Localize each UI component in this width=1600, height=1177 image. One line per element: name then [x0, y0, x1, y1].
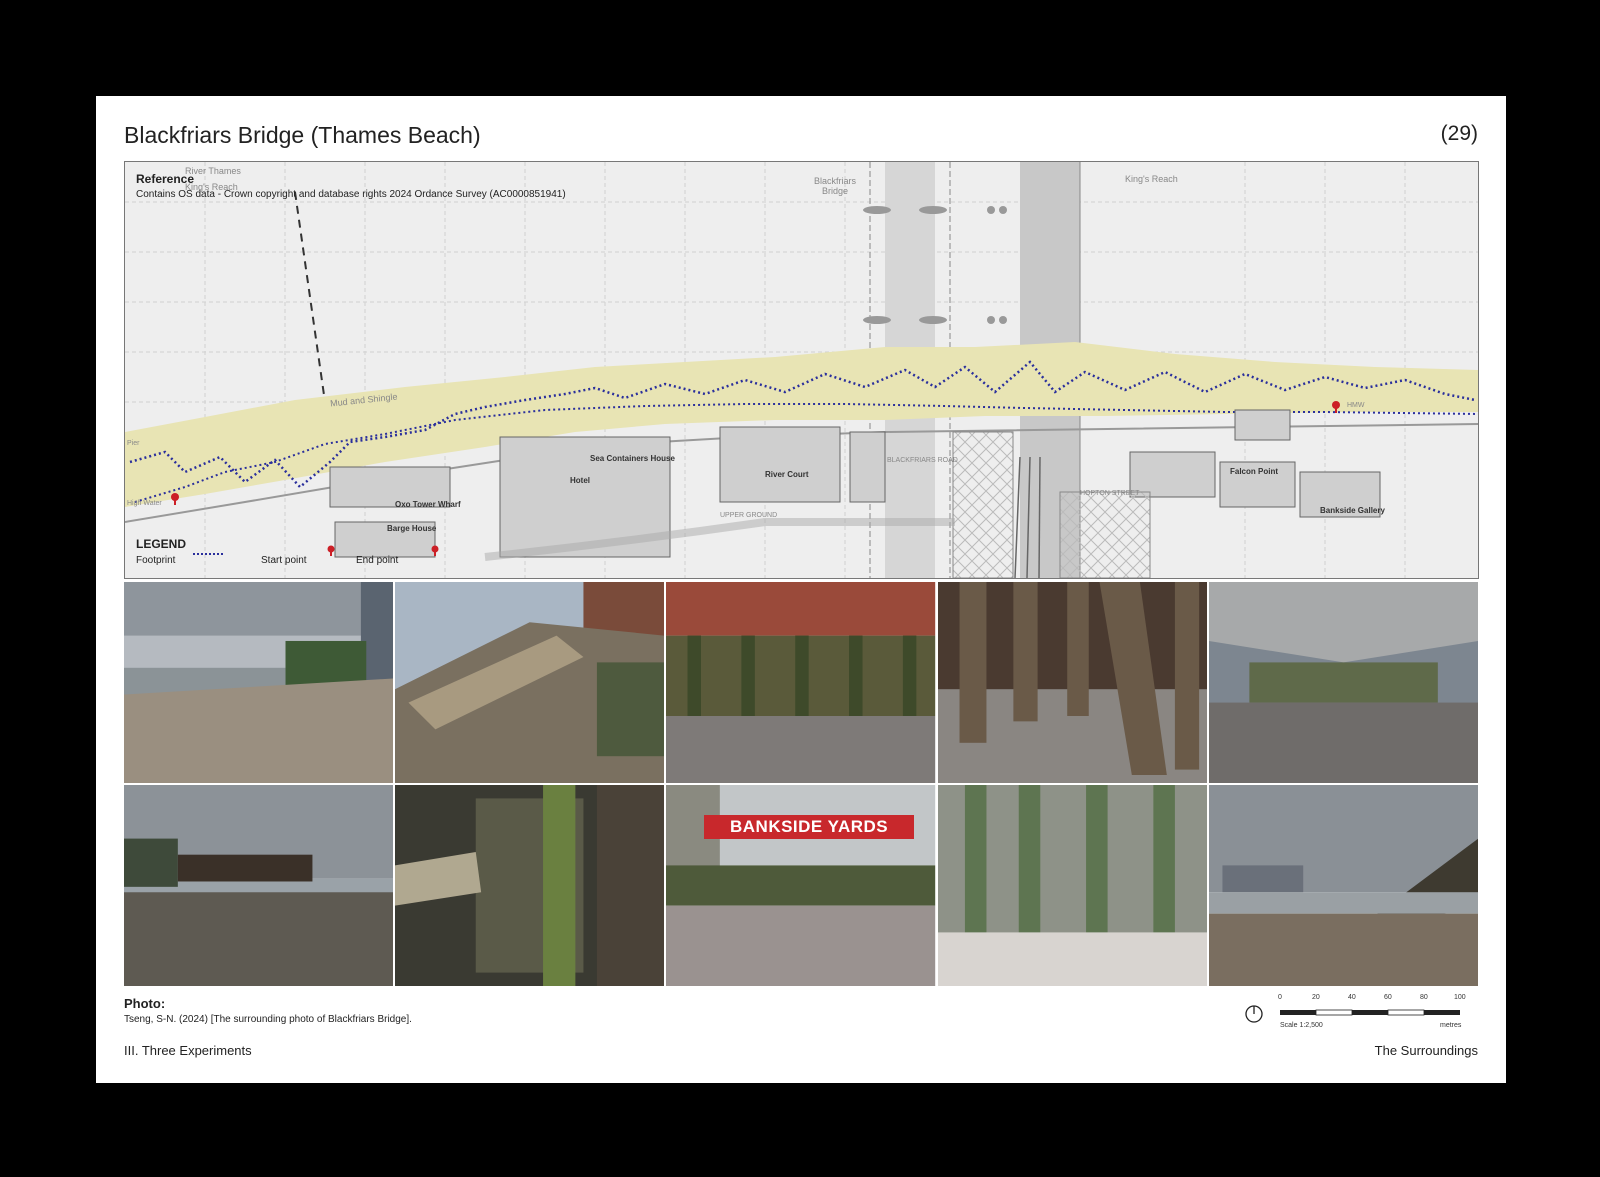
legend-footprint-label: Footprint: [136, 555, 176, 566]
photo-grid: BANKSIDE YARDS: [124, 582, 1478, 986]
scale-tick-20: 20: [1312, 994, 1320, 1001]
map-label-blackfriars-bridge: Blackfriars Bridge: [813, 176, 856, 196]
photo-concrete-pilings-closeup: [395, 785, 665, 986]
photo-timber-debris: [395, 582, 665, 783]
photo-under-bridge: [1208, 582, 1478, 783]
photo-jetty-cloudy: [124, 785, 394, 986]
map-label-blackfriars-road: BLACKFRIARS ROAD: [887, 457, 958, 464]
map-drawing: [125, 162, 1478, 578]
footer-section: The Surroundings: [1374, 1043, 1478, 1058]
map-label-pier: Pier: [127, 440, 140, 447]
map-label-bankside-gallery: Bankside Gallery: [1320, 506, 1385, 515]
legend-start-label: Start point: [261, 555, 307, 566]
map-label-oxo-tower-wharf: Oxo Tower Wharf: [395, 500, 461, 509]
photo-mossy-columns: [937, 785, 1207, 986]
map-label-hmw: HMW: [1347, 402, 1365, 409]
map-legend: Footprint Start point End point: [136, 555, 556, 569]
map-label-river-thames: River Thames: [185, 166, 241, 176]
scale-tick-60: 60: [1384, 994, 1392, 1001]
map-label-upper-ground: UPPER GROUND: [720, 512, 778, 519]
scale-bar: 0 20 40 60 80 100 Scale 1:2,500 metres: [1244, 994, 1474, 1034]
map-label-hopton-street: HOPTON STREET: [1080, 490, 1140, 497]
map-label-kings-reach-left: King's Reach: [185, 182, 238, 192]
footer-chapter: III. Three Experiments: [124, 1043, 252, 1058]
map-label-river-court: River Court: [765, 470, 809, 479]
map-label-sea-containers-house: Sea Containers House: [590, 454, 675, 463]
map-label-falcon-point: Falcon Point: [1230, 467, 1278, 476]
map-label-barge-house: Barge House: [387, 524, 437, 533]
photo-timber-piles: [937, 582, 1207, 783]
photo-riverside-beach: [124, 582, 394, 783]
bankside-yards-sign: BANKSIDE YARDS: [704, 815, 915, 840]
photo-credit: Tseng, S-N. (2024) [The surrounding phot…: [124, 1014, 412, 1025]
scale-tick-40: 40: [1348, 994, 1356, 1001]
photo-label: Photo:: [124, 996, 166, 1011]
map-legend-title: LEGEND: [136, 537, 187, 551]
os-map: Reference Contains OS data - Crown copyr…: [124, 161, 1479, 579]
scale-tick-100: 100: [1454, 994, 1466, 1001]
map-label-hotel: Hotel: [570, 476, 590, 485]
photo-city-skyline-shore: [1208, 785, 1478, 986]
scale-unit: metres: [1440, 1022, 1462, 1029]
page-number: (29): [1440, 122, 1478, 145]
map-label-high-water: High Water: [127, 500, 162, 507]
photo-brick-wall-timbers: [666, 582, 936, 783]
scale-tick-0: 0: [1278, 994, 1282, 1001]
legend-end-label: End point: [356, 555, 399, 566]
photo-bankside-yards: BANKSIDE YARDS: [666, 785, 936, 986]
document-page: Blackfriars Bridge (Thames Beach) (29) R…: [96, 96, 1506, 1083]
scale-text: Scale 1:2,500: [1280, 1022, 1323, 1029]
page-title: Blackfriars Bridge (Thames Beach): [124, 122, 481, 148]
scale-tick-80: 80: [1420, 994, 1428, 1001]
map-label-kings-reach-right: King's Reach: [1125, 174, 1178, 184]
